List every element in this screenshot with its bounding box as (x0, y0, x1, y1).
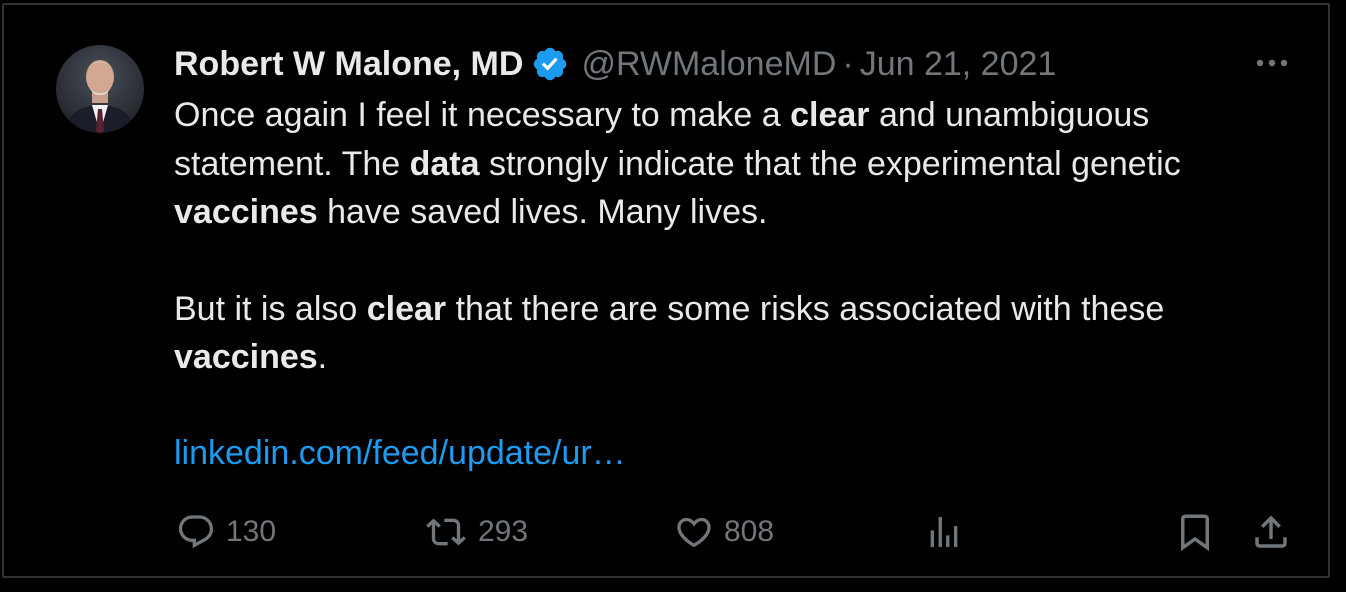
tweet-paragraph-1: Once again I feel it necessary to make a… (174, 96, 1181, 231)
tweet-text: Once again I feel it necessary to make a… (174, 91, 1294, 382)
more-icon[interactable] (1252, 45, 1292, 81)
views-icon (924, 512, 964, 552)
author-name[interactable]: Robert W Malone, MD (174, 45, 523, 84)
tweet-header: Robert W Malone, MD @RWMaloneMD · Jun 21… (174, 41, 1056, 87)
bookmark-button[interactable] (1174, 509, 1216, 555)
like-button[interactable]: 808 (674, 509, 774, 555)
like-icon (674, 512, 714, 552)
tweet-paragraph-2: But it is also clear that there are some… (174, 289, 1165, 377)
tweet-date[interactable]: Jun 21, 2021 (860, 45, 1057, 84)
author-handle[interactable]: @RWMaloneMD (581, 45, 836, 84)
tweet-link[interactable]: linkedin.com/feed/update/ur… (174, 429, 626, 477)
share-icon (1250, 511, 1292, 553)
retweet-icon (424, 512, 468, 552)
reply-count: 130 (226, 515, 277, 548)
verified-badge-icon (531, 45, 569, 83)
reply-button[interactable]: 130 (176, 509, 276, 555)
tweet-card[interactable]: Robert W Malone, MD @RWMaloneMD · Jun 21… (2, 3, 1330, 578)
share-button[interactable] (1250, 509, 1292, 555)
retweet-button[interactable]: 293 (424, 509, 528, 555)
bookmark-icon (1174, 511, 1216, 553)
reply-icon (176, 512, 216, 552)
views-button[interactable] (924, 509, 964, 555)
retweet-count: 293 (478, 515, 529, 548)
avatar[interactable] (56, 45, 144, 133)
separator-dot: · (842, 44, 854, 83)
like-count: 808 (724, 515, 775, 548)
